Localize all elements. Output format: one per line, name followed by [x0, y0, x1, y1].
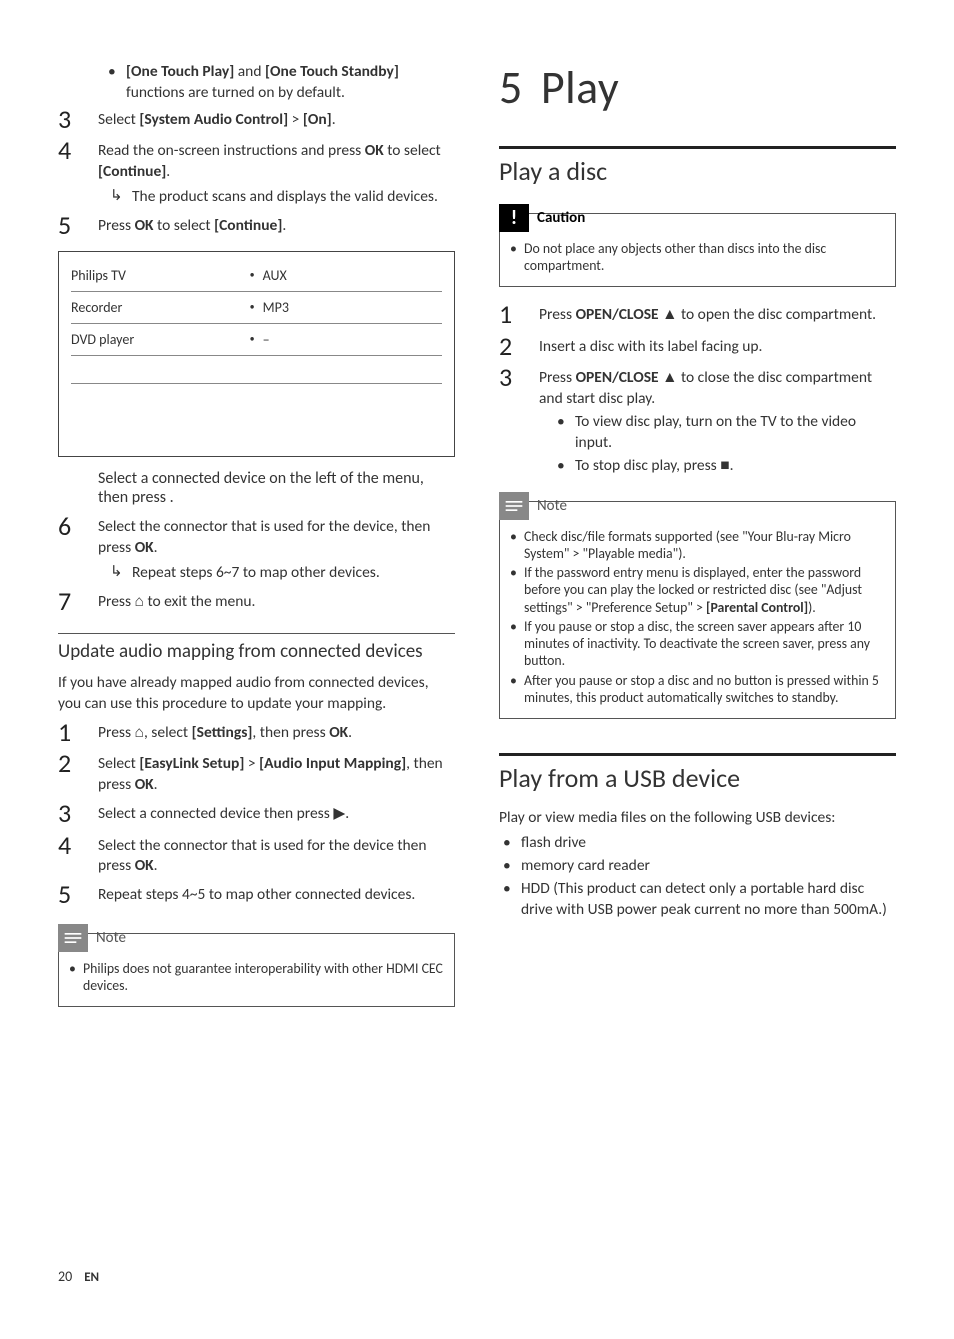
step-c3: 3 Select a connected device then press ▶… — [58, 800, 455, 827]
step-c1: 1 Press ⌂, select [Settings], then press… — [58, 719, 455, 746]
left-column: [One Touch Play] and [One Touch Standby]… — [58, 60, 455, 1021]
section-play-usb: Play from a USB device — [499, 762, 896, 794]
step-4: 4 Read the on-screen instructions and pr… — [58, 137, 455, 208]
table-row — [71, 356, 442, 384]
usb-bullet: HDD (This product can detect only a port… — [499, 879, 896, 921]
step-c5: 5 Repeat steps 4~5 to map other connecte… — [58, 881, 455, 908]
step-6: 6 Select the connector that is used for … — [58, 513, 455, 584]
bullet-d3a: To view disc play, turn on the TV to the… — [539, 412, 896, 454]
section-play-disc: Play a disc — [499, 155, 896, 187]
usb-bullet: memory card reader — [499, 856, 896, 877]
table-row: Philips TV AUX — [71, 260, 442, 292]
step-d1: 1 Press OPEN/CLOSE ▲ to open the disc co… — [499, 301, 896, 328]
device-mapping-table: Philips TV AUX Recorder MP3 DVD player – — [58, 251, 455, 457]
step-3: 3 Select [System Audio Control] > [On]. — [58, 106, 455, 133]
caution-text: Do not place any objects other than disc… — [510, 240, 885, 274]
table-row — [71, 384, 442, 412]
right-column: 5Play Play a disc ! Caution Do not place… — [499, 60, 896, 1021]
table-row: DVD player – — [71, 324, 442, 356]
note-box-left: Note Philips does not guarantee interope… — [58, 933, 455, 1007]
note-icon — [58, 924, 88, 952]
table-row: Recorder MP3 — [71, 292, 442, 324]
step-d3: 3 Press OPEN/CLOSE ▲ to close the disc c… — [499, 364, 896, 479]
section2-para: Play or view media files on the followin… — [499, 808, 896, 829]
note-icon — [499, 492, 529, 520]
note-item: If the password entry menu is displayed,… — [510, 564, 885, 616]
chapter-title: 5Play — [499, 60, 896, 116]
steps-b-intro: Select a connected device on the left of… — [58, 469, 455, 507]
step-5: 5 Press OK to select [Continue]. — [58, 212, 455, 239]
bullet-d3b: To stop disc play, press ■. — [539, 456, 896, 477]
step-c4: 4 Select the connector that is used for … — [58, 832, 455, 878]
step-7: 7 Press ⌂ to exit the menu. — [58, 588, 455, 615]
step-d2: 2 Insert a disc with its label facing up… — [499, 333, 896, 360]
note-text: Philips does not guarantee interoperabil… — [69, 960, 444, 994]
sub-para: If you have already mapped audio from co… — [58, 673, 455, 715]
bullet-default: [One Touch Play] and [One Touch Standby]… — [104, 62, 455, 104]
subheading-update-mapping: Update audio mapping from connected devi… — [58, 640, 455, 663]
note-box-right: Note Check disc/file formats supported (… — [499, 501, 896, 719]
page-footer: 20EN — [58, 1268, 99, 1285]
note-item: After you pause or stop a disc and no bu… — [510, 672, 885, 706]
note-item: Check disc/file formats supported (see "… — [510, 528, 885, 562]
caution-box: ! Caution Do not place any objects other… — [499, 213, 896, 287]
step-c2: 2 Select [EasyLink Setup] > [Audio Input… — [58, 750, 455, 796]
note-item: If you pause or stop a disc, the screen … — [510, 618, 885, 670]
usb-bullet: flash drive — [499, 833, 896, 854]
caution-icon: ! — [499, 204, 529, 232]
